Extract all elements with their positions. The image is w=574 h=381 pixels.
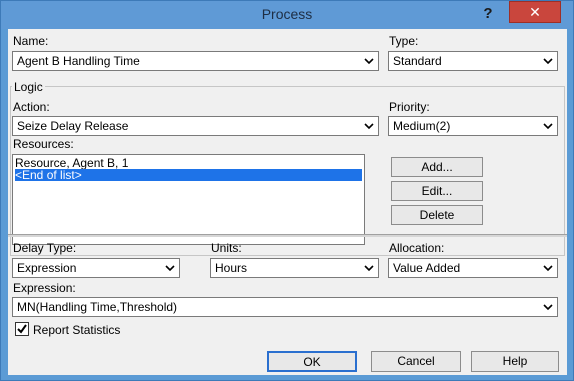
chevron-down-icon[interactable]: [543, 120, 553, 132]
delete-button[interactable]: Delete: [391, 205, 483, 225]
type-value: Standard: [393, 54, 442, 68]
expression-label: Expression:: [13, 281, 76, 295]
ok-button-label: OK: [303, 355, 321, 369]
action-label: Action:: [13, 100, 50, 114]
separator: [8, 234, 567, 237]
allocation-label: Allocation:: [389, 241, 445, 255]
expression-combobox[interactable]: MN(Handling Time,Threshold): [12, 297, 558, 317]
name-label: Name:: [13, 34, 49, 48]
add-button-label: Add...: [421, 160, 453, 174]
delay-type-label: Delay Type:: [13, 241, 77, 255]
type-combobox[interactable]: Standard: [388, 51, 558, 71]
process-dialog: Process ? ✕ Name: Agent B Handling Time …: [0, 0, 574, 381]
add-button[interactable]: Add...: [391, 157, 483, 177]
dialog-client-area: Name: Agent B Handling Time Type: Standa…: [8, 29, 567, 375]
action-value: Seize Delay Release: [17, 119, 129, 133]
report-statistics-checkbox[interactable]: [15, 322, 29, 336]
delay-type-value: Expression: [17, 261, 77, 275]
priority-label: Priority:: [389, 100, 430, 114]
cancel-button-label: Cancel: [397, 354, 435, 368]
delay-type-combobox[interactable]: Expression: [12, 258, 180, 278]
ok-button[interactable]: OK: [267, 351, 357, 372]
chevron-down-icon[interactable]: [364, 262, 374, 274]
checkmark-icon: [17, 324, 27, 334]
help-button-label: Help: [502, 354, 528, 368]
resources-label: Resources:: [13, 137, 74, 151]
resources-listbox[interactable]: Resource, Agent B, 1 <End of list>: [12, 154, 365, 245]
title-bar[interactable]: Process ? ✕: [1, 1, 573, 29]
help-button[interactable]: Help: [471, 351, 559, 372]
allocation-value: Value Added: [393, 261, 461, 275]
chevron-down-icon[interactable]: [543, 262, 553, 274]
close-button[interactable]: ✕: [509, 1, 561, 23]
edit-button-label: Edit...: [421, 184, 453, 198]
name-combobox[interactable]: Agent B Handling Time: [12, 51, 379, 71]
priority-value: Medium(2): [393, 119, 451, 133]
list-item[interactable]: <End of list>: [15, 169, 362, 181]
priority-combobox[interactable]: Medium(2): [388, 116, 558, 136]
allocation-combobox[interactable]: Value Added: [388, 258, 558, 278]
chevron-down-icon[interactable]: [364, 120, 374, 132]
units-combobox[interactable]: Hours: [210, 258, 379, 278]
expression-value: MN(Handling Time,Threshold): [17, 300, 178, 314]
help-icon[interactable]: ?: [475, 3, 501, 25]
name-value: Agent B Handling Time: [17, 54, 140, 68]
chevron-down-icon[interactable]: [543, 301, 553, 313]
chevron-down-icon[interactable]: [165, 262, 175, 274]
action-combobox[interactable]: Seize Delay Release: [12, 116, 379, 136]
report-statistics-label: Report Statistics: [33, 323, 121, 337]
chevron-down-icon[interactable]: [543, 55, 553, 67]
type-label: Type:: [389, 34, 419, 48]
edit-button[interactable]: Edit...: [391, 181, 483, 201]
units-label: Units:: [211, 241, 242, 255]
chevron-down-icon[interactable]: [364, 55, 374, 67]
cancel-button[interactable]: Cancel: [371, 351, 461, 372]
logic-group-title: Logic: [12, 80, 45, 94]
units-value: Hours: [215, 261, 248, 275]
delete-button-label: Delete: [419, 208, 455, 222]
